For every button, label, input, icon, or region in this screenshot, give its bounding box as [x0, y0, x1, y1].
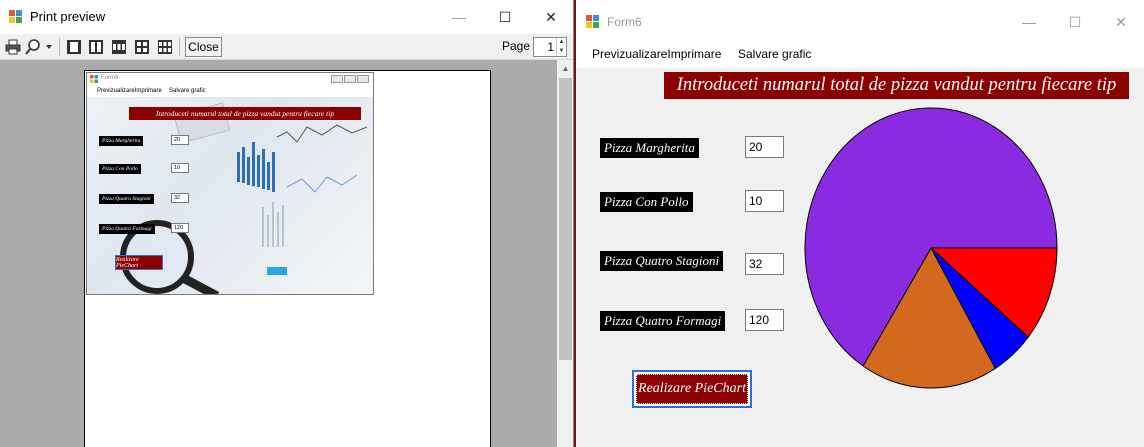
print-preview-window: Print preview — ☐ ✕ Close Page 1 ▲ ▼ ▲ F… — [0, 0, 574, 447]
thumb-menu-save: Salvare grafic — [169, 88, 206, 94]
menu-salvare-grafic[interactable]: Salvare grafic — [738, 47, 811, 61]
page-number-stepper[interactable]: 1 ▲ ▼ — [533, 37, 567, 57]
maximize-button[interactable]: ☐ — [1052, 4, 1098, 40]
thumb-caption-buttons — [331, 75, 369, 83]
close-window-button[interactable]: ✕ — [528, 0, 573, 34]
close-preview-button[interactable]: Close — [185, 37, 222, 57]
label-pizza-con-pollo: Pizza Con Pollo — [600, 192, 693, 212]
three-pages-button[interactable] — [110, 37, 128, 57]
thumb-value-con-pollo: 10 — [171, 163, 189, 173]
thumb-label-con-pollo: Pizza Con Pollo — [99, 164, 141, 174]
form-thumbnail: Form6 PrevizualizareImprimare Salvare gr… — [86, 72, 374, 295]
thumb-menu-preview: PrevizualizareImprimare — [97, 88, 162, 94]
close-window-button[interactable]: ✕ — [1098, 4, 1144, 40]
six-pages-button[interactable] — [156, 37, 174, 57]
one-page-icon — [67, 40, 81, 54]
thumb-menubar: PrevizualizareImprimare Salvare grafic — [87, 85, 373, 97]
menubar: PrevizualizareImprimare Salvare grafic — [576, 40, 1144, 68]
form6-window: Form6 — ☐ ✕ PrevizualizareImprimare Salv… — [576, 0, 1144, 447]
scroll-thumb[interactable] — [559, 78, 572, 360]
maximize-icon: ☐ — [498, 8, 512, 25]
page-label: Page — [502, 39, 531, 53]
input-pizza-quatro-formagi[interactable]: 120 — [745, 309, 784, 331]
three-pages-icon — [112, 40, 126, 54]
realizare-piechart-label: Realizare PieChart — [636, 374, 748, 404]
toolbar-separator — [59, 38, 60, 56]
minimize-button[interactable]: — — [1006, 4, 1052, 40]
thumb-value-margherita: 20 — [171, 135, 189, 145]
pie-chart — [804, 107, 1058, 389]
input-pizza-margherita[interactable]: 20 — [745, 136, 784, 158]
thumb-value-quatro-formagi: 120 — [171, 223, 189, 233]
two-pages-icon — [89, 40, 103, 54]
app-icon — [586, 15, 599, 28]
thumb-header: Introduceti numarul total de pizza vandu… — [129, 107, 361, 120]
minimize-button[interactable]: — — [436, 0, 482, 34]
label-pizza-quatro-stagioni: Pizza Quatro Stagioni — [600, 251, 724, 271]
toolbar-separator — [179, 38, 180, 56]
window-title: Print preview — [30, 9, 106, 24]
zoom-icon — [25, 39, 52, 55]
spin-up-icon[interactable]: ▲ — [557, 38, 566, 47]
label-pizza-quatro-formagi: Pizza Quatro Formagi — [600, 311, 726, 331]
four-pages-button[interactable] — [133, 37, 151, 57]
print-button[interactable] — [4, 37, 22, 57]
label-pizza-margherita: Pizza Margherita — [600, 138, 699, 158]
close-icon: ✕ — [545, 8, 557, 25]
page-number-value: 1 — [547, 40, 554, 54]
thumb-titlebar: Form6 — [87, 73, 373, 85]
vertical-scrollbar[interactable]: ▲ — [557, 60, 573, 447]
form6-titlebar: Form6 — ☐ ✕ — [576, 0, 1144, 40]
print-preview-titlebar: Print preview — ☐ ✕ — [0, 0, 573, 34]
zoom-dropdown[interactable] — [24, 37, 56, 57]
print-icon — [5, 39, 21, 55]
preview-page: Form6 PrevizualizareImprimare Salvare gr… — [84, 70, 491, 447]
thumb-label-margherita: Pizza Margherita — [99, 136, 144, 146]
input-pizza-quatro-stagioni[interactable]: 32 — [745, 253, 784, 275]
thumb-value-quatro-stagioni: 32 — [171, 193, 189, 203]
six-pages-icon — [158, 40, 172, 54]
thumb-label-quatro-stagioni: Pizza Quatro Stagioni — [99, 194, 154, 204]
page-spinner[interactable]: ▲ ▼ — [556, 38, 566, 56]
two-pages-button[interactable] — [87, 37, 105, 57]
scroll-up-icon[interactable]: ▲ — [557, 60, 573, 77]
app-icon — [9, 10, 22, 23]
thumb-piechart-button: Realizare PieChart — [115, 255, 163, 270]
four-pages-icon — [135, 40, 149, 54]
close-icon: ✕ — [1115, 13, 1127, 30]
one-page-button[interactable] — [65, 37, 83, 57]
minimize-icon: — — [1022, 14, 1036, 30]
page-title: Introduceti numarul total de pizza vandu… — [664, 72, 1129, 99]
input-pizza-con-pollo[interactable]: 10 — [745, 190, 784, 212]
thumb-label-quatro-formagi: Pizza Quatro Formagi — [99, 224, 155, 234]
minimize-icon: — — [452, 9, 466, 25]
maximize-button[interactable]: ☐ — [482, 0, 528, 34]
thumb-title: Form6 — [101, 75, 119, 81]
realizare-piechart-button[interactable]: Realizare PieChart — [632, 370, 752, 408]
thumb-app-icon — [90, 75, 98, 83]
print-preview-toolbar: Close Page 1 ▲ ▼ — [0, 34, 573, 60]
window-title: Form6 — [607, 15, 642, 29]
menu-previzualizare-imprimare[interactable]: PrevizualizareImprimare — [592, 47, 721, 61]
maximize-icon: ☐ — [1068, 13, 1082, 30]
spin-down-icon[interactable]: ▼ — [557, 47, 566, 56]
